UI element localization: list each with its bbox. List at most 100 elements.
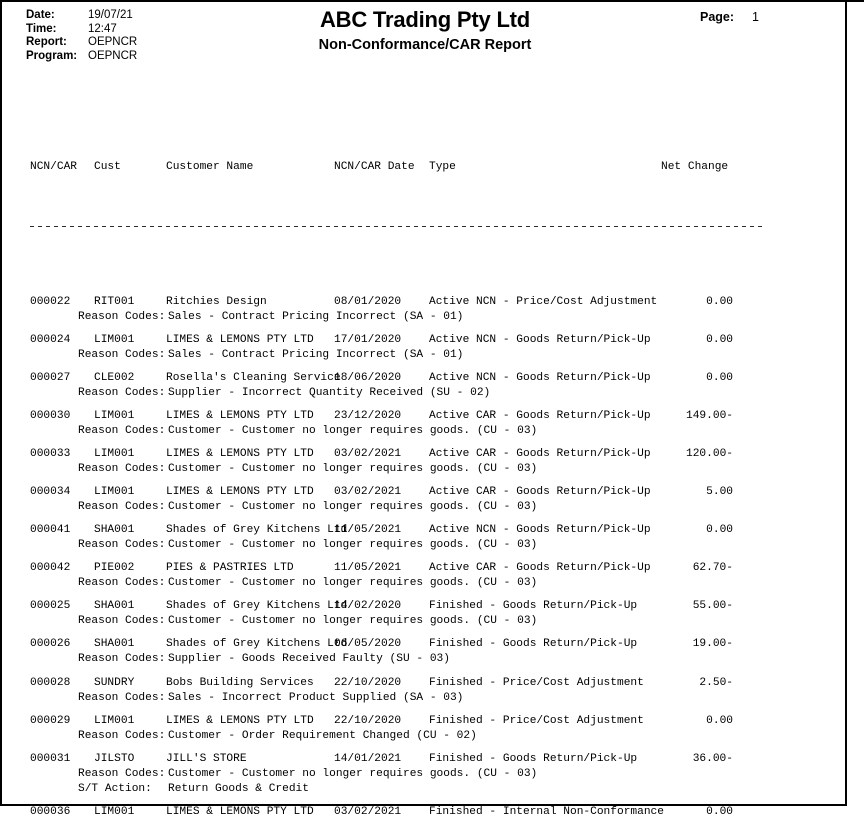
report-body: NCN/CAR Cust Customer Name NCN/CAR Date Type… <box>30 100 830 818</box>
page-border-right <box>845 0 847 806</box>
column-header-net: Net Change <box>661 161 729 174</box>
table-row-gap <box>30 706 830 714</box>
table-row[interactable]: 000034 LIM001 LIMES & LEMONS PTY LTD 03/02/… <box>30 485 830 523</box>
table-row[interactable]: 000042 PIE002 PIES & PASTRIES LTD 11/05/202… <box>30 561 830 599</box>
cell-type: Finished - Goods Return/Pick-Up <box>429 638 638 651</box>
cell-id: 000030 <box>30 409 71 422</box>
table-row-reason: Reason Codes: Customer - Customer no long… <box>30 424 830 439</box>
table-row-reason: Reason Codes: Customer - Customer no long… <box>30 767 830 782</box>
table-row-reason: Reason Codes: Customer - Customer no long… <box>30 576 830 591</box>
cell-type: Active NCN - Goods Return/Pick-Up <box>429 333 651 346</box>
reason-text: Customer - Customer no longer requires g… <box>168 577 538 590</box>
cell-net: 120.00- <box>686 447 733 460</box>
cell-type: Finished - Price/Cost Adjustment <box>429 676 644 689</box>
page-border-top <box>0 0 864 2</box>
cell-id: 000036 <box>30 805 71 818</box>
cell-net: 19.00- <box>692 638 733 651</box>
cell-name: JILL'S STORE <box>166 752 247 765</box>
table-row[interactable]: 000036 LIM001 LIMES & LEMONS PTY LTD 03/02/… <box>30 805 830 818</box>
reason-text: Supplier - Goods Received Faulty (SU - 0… <box>168 653 450 666</box>
cell-id: 000027 <box>30 371 71 384</box>
table-row[interactable]: 000033 LIM001 LIMES & LEMONS PTY LTD 03/02/… <box>30 447 830 485</box>
cell-type: Active CAR - Goods Return/Pick-Up <box>429 409 651 422</box>
cell-type: Active CAR - Goods Return/Pick-Up <box>429 562 651 575</box>
table-row-reason: Reason Codes: Sales - Contract Pricing In… <box>30 310 830 325</box>
cell-cust: LIM001 <box>94 714 135 727</box>
cell-cust: LIM001 <box>94 409 135 422</box>
reason-label: Reason Codes: <box>78 348 166 361</box>
report-title-block: ABC Trading Pty Ltd Non-Conformance/CAR … <box>200 7 650 55</box>
company-title: ABC Trading Pty Ltd <box>319 7 531 32</box>
table-row[interactable]: 000027 CLE002 Rosella's Cleaning Service18… <box>30 371 830 409</box>
column-header-type: Type <box>429 161 456 174</box>
table-row[interactable]: 000030 LIM001 LIMES & LEMONS PTY LTD 23/12/… <box>30 409 830 447</box>
reason-text: Customer - Customer no longer requires g… <box>168 615 538 628</box>
table-row[interactable]: 000029 LIM001 LIMES & LEMONS PTY LTD 22/10/… <box>30 714 830 752</box>
reason-text: Customer - Customer no longer requires g… <box>168 767 538 780</box>
meta-value-time: 12:47 <box>88 22 117 35</box>
table-row[interactable]: 000028 SUNDRY Bobs Building Services 22/10/… <box>30 676 830 714</box>
cell-date: 22/10/2020 <box>334 676 402 689</box>
page-number-block: Page: 1 <box>700 10 759 24</box>
meta-row-report: Report: OEPNCR <box>26 36 137 50</box>
meta-label-date: Date: <box>26 9 55 21</box>
cell-net: 0.00 <box>706 714 733 727</box>
reason-label: Reason Codes: <box>78 462 166 475</box>
table-row[interactable]: 000022 RIT001 Ritchies Design 08/01/2020 Act… <box>30 295 830 333</box>
table-row-reason: Reason Codes: Customer - Customer no long… <box>30 538 830 553</box>
reason-text: Sales - Contract Pricing Incorrect (SA -… <box>168 348 464 361</box>
cell-net: 55.00- <box>692 600 733 613</box>
cell-name: LIMES & LEMONS PTY LTD <box>166 333 314 346</box>
table-row[interactable]: 000041 SHA001 Shades of Grey Kitchens Ltd1… <box>30 523 830 561</box>
cell-net: 0.00 <box>706 371 733 384</box>
table-row-gap <box>30 629 830 637</box>
table-row[interactable]: 000025 SHA001 Shades of Grey Kitchens Ltd1… <box>30 599 830 637</box>
reason-text: Sales - Contract Pricing Incorrect (SA -… <box>168 310 464 323</box>
page-border-left <box>0 0 2 806</box>
cell-date: 06/05/2020 <box>334 638 402 651</box>
cell-cust: RIT001 <box>94 295 135 308</box>
cell-name: LIMES & LEMONS PTY LTD <box>166 714 314 727</box>
cell-cust: SHA001 <box>94 600 135 613</box>
cell-date: 22/10/2020 <box>334 714 402 727</box>
cell-date: 23/12/2020 <box>334 409 402 422</box>
table-row-gap <box>30 325 830 333</box>
cell-id: 000031 <box>30 752 71 765</box>
table-row-main: 000022 RIT001 Ritchies Design 08/01/2020 Act… <box>30 295 830 310</box>
cell-cust: LIM001 <box>94 805 135 818</box>
meta-label-report: Report: <box>26 36 67 48</box>
cell-name: Ritchies Design <box>166 295 267 308</box>
cell-date: 14/01/2021 <box>334 752 402 765</box>
table-row[interactable]: 000026 SHA001 Shades of Grey Kitchens Ltd0… <box>30 637 830 675</box>
header-separator-rule <box>30 226 763 228</box>
cell-type: Finished - Goods Return/Pick-Up <box>429 600 638 613</box>
reason-text: Sales - Incorrect Product Supplied (SA -… <box>168 691 464 704</box>
table-row-gap <box>30 668 830 676</box>
table-row-main: 000041 SHA001 Shades of Grey Kitchens Ltd1… <box>30 523 830 538</box>
report-meta-block: Date: 19/07/21 Time: 12:47 Report: OEPNCR P… <box>26 9 137 63</box>
cell-net: 5.00 <box>706 486 733 499</box>
table-row-gap <box>30 477 830 485</box>
column-header-date: NCN/CAR Date <box>334 161 415 174</box>
cell-type: Active NCN - Price/Cost Adjustment <box>429 295 658 308</box>
table-row-gap <box>30 744 830 752</box>
meta-value-program: OEPNCR <box>88 49 138 62</box>
table-row[interactable]: 000024 LIM001 LIMES & LEMONS PTY LTD 17/01/… <box>30 333 830 371</box>
table-row[interactable]: 000031 JILSTO JILL'S STORE 14/01/2021 Finish… <box>30 752 830 805</box>
page-number-value: 1 <box>752 10 759 24</box>
cell-net: 149.00- <box>686 409 733 422</box>
cell-type: Active NCN - Goods Return/Pick-Up <box>429 371 651 384</box>
cell-name: Shades of Grey Kitchens Ltd <box>166 600 348 613</box>
cell-type: Finished - Goods Return/Pick-Up <box>429 752 638 765</box>
table-row-main: 000029 LIM001 LIMES & LEMONS PTY LTD 22/10/… <box>30 714 830 729</box>
cell-type: Finished - Price/Cost Adjustment <box>429 714 644 727</box>
cell-name: Bobs Building Services <box>166 676 314 689</box>
cell-date: 03/02/2021 <box>334 447 402 460</box>
cell-id: 000022 <box>30 295 71 308</box>
cell-net: 0.00 <box>706 295 733 308</box>
meta-row-time: Time: 12:47 <box>26 23 137 37</box>
table-row-gap <box>30 363 830 371</box>
cell-id: 000028 <box>30 676 71 689</box>
table-row-main: 000024 LIM001 LIMES & LEMONS PTY LTD 17/01/… <box>30 333 830 348</box>
cell-type: Active CAR - Goods Return/Pick-Up <box>429 447 651 460</box>
